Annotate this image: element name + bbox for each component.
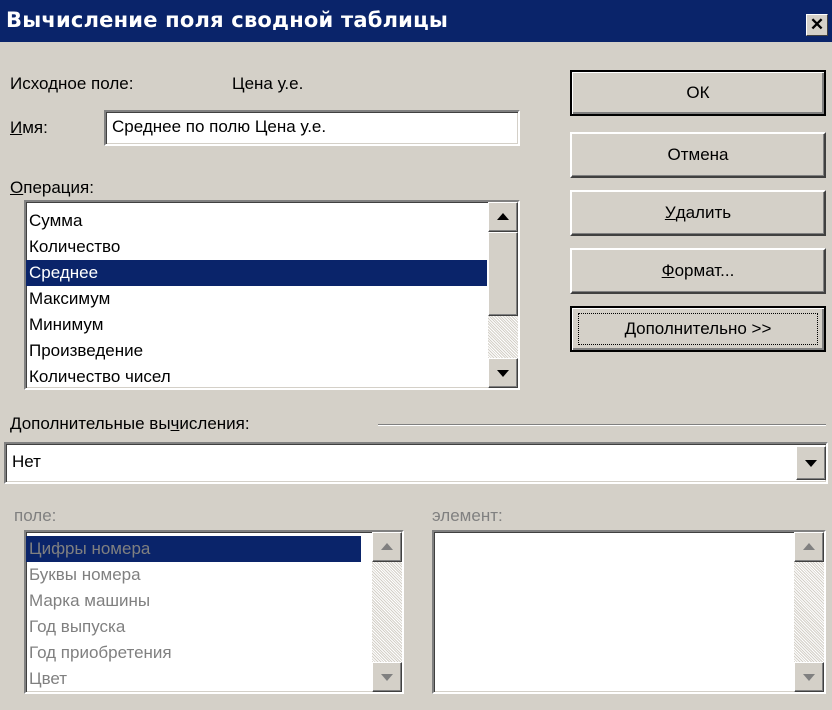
operation-item[interactable]: Максимум [26,286,489,312]
operation-label: Операция: [10,178,94,197]
name-input-value: Среднее по полю Цена у.е. [112,117,327,136]
field-item[interactable]: Год приобретения [26,640,363,666]
arrow-down-icon [497,370,509,377]
close-button[interactable]: ✕ [806,14,828,36]
additional-label: Дополнительные вычисления: [10,414,250,433]
chevron-down-icon [805,460,817,467]
operation-scrollbar[interactable] [488,202,518,388]
cancel-button[interactable]: Отмена [570,132,826,178]
scroll-up-button[interactable] [372,532,402,562]
ok-button[interactable]: ОК [570,70,826,116]
field-list-label: поле: [14,506,57,525]
operation-item[interactable]: Количество [26,234,489,260]
source-field-value: Цена у.е. [232,74,304,93]
field-item[interactable]: Буквы номера [26,562,363,588]
name-label: Имя: [10,118,48,137]
more-button[interactable]: Дополнительно >> [570,306,826,352]
field-item[interactable]: Цвет [26,666,363,692]
field-scrollbar[interactable] [372,532,402,692]
arrow-down-icon [803,674,815,681]
operation-item-selected[interactable]: Среднее [26,260,487,286]
scroll-up-button[interactable] [794,532,824,562]
operation-item[interactable]: Произведение [26,338,489,364]
element-scrollbar[interactable] [794,532,824,692]
scroll-down-button[interactable] [488,358,518,388]
scrollbar-thumb[interactable] [488,232,518,316]
delete-button[interactable]: Удалить [570,190,826,236]
field-item-selected[interactable]: Цифры номера [26,536,361,562]
arrow-up-icon [381,543,393,550]
field-item[interactable]: Марка машины [26,588,363,614]
operation-item[interactable]: Количество чисел [26,364,489,388]
window-title: Вычисление поля сводной таблицы [6,8,449,32]
name-input[interactable]: Среднее по полю Цена у.е. [104,110,520,146]
format-button[interactable]: Формат... [570,248,826,294]
arrow-down-icon [381,674,393,681]
arrow-up-icon [497,213,509,220]
title-bar: Вычисление поля сводной таблицы ✕ [0,0,832,42]
arrow-up-icon [803,543,815,550]
scroll-down-button[interactable] [372,662,402,692]
scroll-up-button[interactable] [488,202,518,232]
operation-listbox[interactable]: Сумма Количество Среднее Максимум Миниму… [24,200,520,390]
field-item[interactable]: Год выпуска [26,614,363,640]
element-listbox[interactable] [432,530,826,694]
operation-item[interactable]: Сумма [26,208,489,234]
additional-dropdown[interactable]: Нет [4,442,828,484]
source-field-label: Исходное поле: [10,74,134,93]
focus-rectangle [578,313,818,345]
dropdown-button[interactable] [796,446,826,480]
scroll-down-button[interactable] [794,662,824,692]
close-icon: ✕ [809,15,825,34]
separator-line [378,424,826,426]
operation-item[interactable]: Минимум [26,312,489,338]
additional-dropdown-value: Нет [12,452,41,471]
element-list-label: элемент: [432,506,503,525]
field-listbox[interactable]: Цифры номера Буквы номера Марка машины Г… [24,530,404,694]
